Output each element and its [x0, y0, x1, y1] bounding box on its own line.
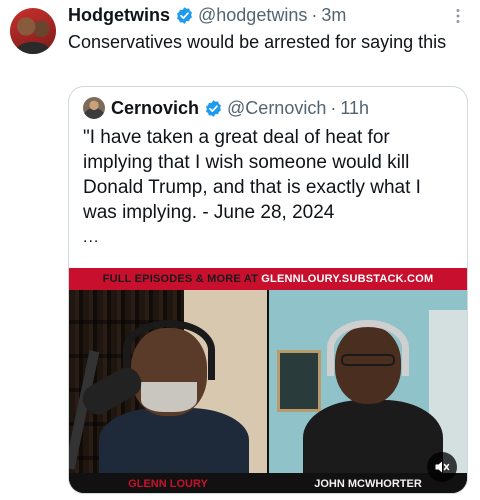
quoted-tweet-text: "I have taken a great deal of heat for i… — [83, 127, 421, 223]
headphones — [327, 320, 409, 376]
mute-button[interactable] — [427, 452, 457, 482]
headphones — [123, 320, 215, 380]
banner-prefix: FULL EPISODES & MORE AT — [102, 273, 262, 285]
video-frame-right — [269, 290, 467, 473]
speaker-left-beard — [141, 382, 197, 412]
separator-dot: · — [330, 98, 337, 118]
wall-painting — [277, 350, 321, 412]
caption-bar: GLENN LOURY JOHN MCWHORTER — [69, 473, 467, 493]
speaker-left-body — [99, 408, 249, 473]
quoted-author-name: Cernovich — [111, 98, 200, 118]
speaker-muted-icon — [435, 461, 450, 473]
author-name[interactable]: Hodgetwins — [68, 4, 170, 26]
verified-badge-icon — [177, 6, 192, 24]
speaker-right-body — [303, 400, 443, 473]
author-handle[interactable]: @hodgetwins — [198, 4, 307, 26]
banner-url: GLENNLOURY.SUBSTACK.COM — [261, 273, 434, 285]
tweet-text: Conservatives would be arrested for sayi… — [68, 32, 447, 52]
quoted-tweet-card[interactable]: Cernovich @Cernovich · 11h "I have taken… — [68, 86, 468, 494]
caption-glenn-loury: GLENN LOURY — [128, 478, 208, 490]
tweet-timestamp[interactable]: 3m — [321, 4, 346, 26]
video-player[interactable]: FULL EPISODES & MORE AT GLENNLOURY.SUBST… — [69, 268, 467, 493]
quoted-author-avatar — [83, 97, 105, 119]
quoted-tweet-timestamp: 11h — [340, 98, 370, 118]
quoted-tweet-header: Cernovich @Cernovich · 11h — [83, 97, 369, 119]
quoted-tweet-ellipsis: ... — [83, 229, 100, 246]
video-banner: FULL EPISODES & MORE AT GLENNLOURY.SUBST… — [69, 268, 467, 290]
quoted-author-handle: @Cernovich — [227, 98, 327, 118]
video-frame-left — [69, 290, 267, 473]
verified-badge-icon — [206, 99, 221, 117]
author-avatar[interactable] — [10, 8, 56, 54]
separator-dot: · — [311, 5, 318, 25]
more-options-icon[interactable] — [450, 8, 466, 24]
tweet-header: Hodgetwins @hodgetwins · 3m — [68, 4, 346, 26]
